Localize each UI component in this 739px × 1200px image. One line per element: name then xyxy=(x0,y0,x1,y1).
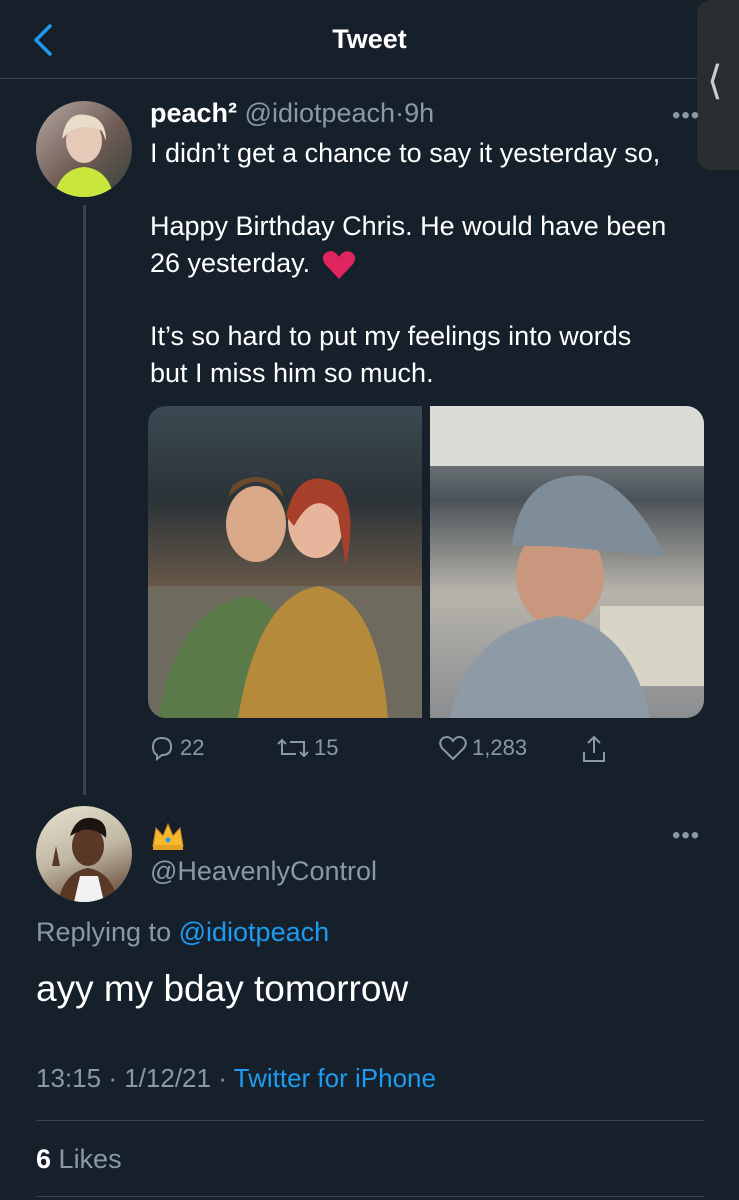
timestamp-sep-1: · xyxy=(108,1063,117,1093)
likes-label: Likes xyxy=(58,1144,122,1174)
tweet-actions: 22 15 1,283 xyxy=(148,734,618,770)
reply-icon xyxy=(151,736,173,762)
divider-bottom xyxy=(36,1196,704,1197)
replier-handle[interactable]: @HeavenlyControl xyxy=(150,856,377,887)
share-action[interactable] xyxy=(580,734,608,764)
tweet-text-line4: It’s so hard to put my feelings into wor… xyxy=(150,321,632,351)
tweet-author-line: peach² @idiotpeach·9h xyxy=(150,98,434,129)
tweet-text-line2: Happy Birthday Chris. He would have been xyxy=(150,211,667,241)
author-display-name[interactable]: peach² xyxy=(150,98,237,128)
reply-likes[interactable]: 6 Likes xyxy=(36,1144,122,1175)
author-handle[interactable]: @idiotpeach xyxy=(245,98,396,128)
reply-more-options-icon[interactable]: ••• xyxy=(672,822,700,850)
top-bar: Tweet xyxy=(0,0,739,79)
reply-timestamp-line: 13:15 · 1/12/21 · Twitter for iPhone xyxy=(36,1063,436,1094)
avatar-image xyxy=(54,114,114,197)
photo-man-cap[interactable] xyxy=(430,406,704,718)
chevron-left-icon: ⟨ xyxy=(707,59,723,103)
likes-count: 6 xyxy=(36,1144,52,1174)
tweet-text-line3: 26 yesterday. xyxy=(150,248,311,278)
crown-emoji-icon xyxy=(152,822,184,850)
share-icon xyxy=(583,735,605,762)
tweet-text-line3-wrap: 26 yesterday. xyxy=(150,245,710,282)
thread-connector xyxy=(83,205,86,795)
meta-separator: · xyxy=(395,98,405,128)
photo-couple-image xyxy=(148,477,422,718)
tweet-time: 9h xyxy=(404,98,435,128)
heart-outline-icon xyxy=(439,736,467,761)
reply-time: 13:15 xyxy=(36,1063,102,1093)
more-options-icon[interactable]: ••• xyxy=(672,102,700,130)
retweet-icon xyxy=(277,738,309,758)
timestamp-sep-2: · xyxy=(218,1063,227,1093)
tweet-text-line1: I didn’t get a chance to say it yesterda… xyxy=(150,138,661,168)
page-title: Tweet xyxy=(332,24,407,54)
tweet-text-line5: but I miss him so much. xyxy=(150,358,434,388)
reply-date: 1/12/21 xyxy=(124,1063,211,1093)
like-count: 1,283 xyxy=(472,735,528,760)
replying-to-line: Replying to @idiotpeach xyxy=(36,917,329,948)
reply-text: ayy my bday tomorrow xyxy=(36,968,409,1009)
heart-emoji-icon xyxy=(322,251,355,279)
reply-client-link[interactable]: Twitter for iPhone xyxy=(234,1063,436,1093)
replier-avatar-image xyxy=(52,817,118,902)
replier-avatar[interactable] xyxy=(36,806,132,902)
replying-to-handle[interactable]: @idiotpeach xyxy=(179,917,330,947)
replying-prefix: Replying to xyxy=(36,917,172,947)
divider-top xyxy=(36,1120,704,1121)
reply-action[interactable]: 22 xyxy=(148,734,204,762)
retweet-count: 15 xyxy=(314,735,339,760)
retweet-action[interactable]: 15 xyxy=(276,734,338,762)
reply-count: 22 xyxy=(180,735,205,760)
photo-man-cap-image xyxy=(430,406,704,718)
author-avatar[interactable] xyxy=(36,101,132,197)
photo-couple[interactable] xyxy=(148,406,422,718)
like-action[interactable]: 1,283 xyxy=(438,734,527,762)
tweet-media[interactable] xyxy=(148,406,704,718)
